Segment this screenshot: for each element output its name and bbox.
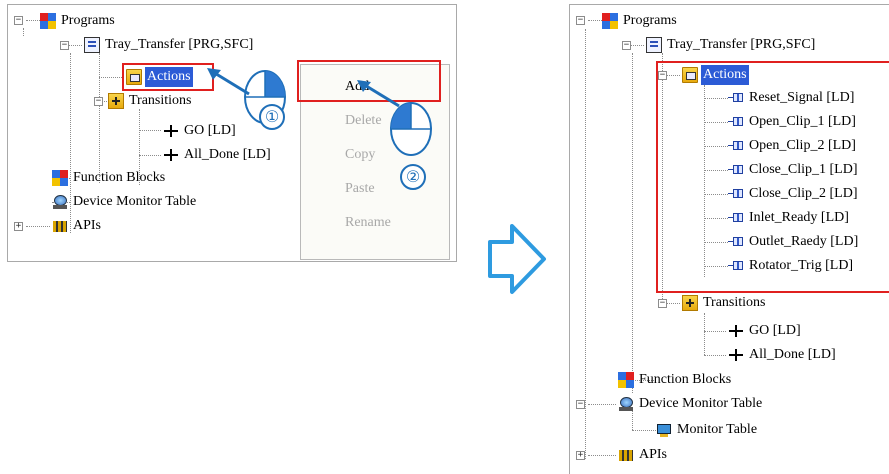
monitor-table-icon xyxy=(656,422,672,438)
right-arrow-icon xyxy=(488,224,546,294)
tree-line xyxy=(632,430,656,431)
device-monitor-icon xyxy=(52,194,68,210)
collapse-pou-toggle[interactable]: − xyxy=(60,41,69,50)
tree-label: APIs xyxy=(639,447,668,462)
step-2-badge: ② xyxy=(400,164,426,190)
tree-line xyxy=(588,455,616,456)
tree-line xyxy=(704,313,705,355)
tree-line xyxy=(588,404,616,405)
pou-icon xyxy=(646,37,662,53)
tree-label: Transitions xyxy=(129,93,192,108)
tree-label: All_Done [LD] xyxy=(749,347,836,362)
tree-node-device-monitor-table[interactable]: Device Monitor Table xyxy=(618,394,764,414)
collapse-programs-toggle[interactable]: − xyxy=(14,16,23,25)
tree-label: Function Blocks xyxy=(639,372,732,387)
collapse-pou-toggle[interactable]: − xyxy=(622,41,631,50)
tree-line xyxy=(630,45,644,46)
tree-line xyxy=(139,155,161,156)
pou-icon xyxy=(84,37,100,53)
right-project-tree: − Programs − Tray_Transfer [PRG,SFC] − A… xyxy=(569,4,889,474)
tree-label: Tray_Transfer [PRG,SFC] xyxy=(105,37,254,52)
transitions-folder-icon xyxy=(108,93,124,109)
pointer-arrow-icon xyxy=(357,80,400,108)
tree-node-device-monitor-table[interactable]: Device Monitor Table xyxy=(52,192,198,212)
transition-icon xyxy=(163,123,179,139)
transition-icon xyxy=(728,347,744,363)
tree-label: GO [LD] xyxy=(184,123,236,138)
function-blocks-icon xyxy=(52,170,68,186)
tree-line xyxy=(99,77,124,78)
tree-label: Programs xyxy=(623,13,677,28)
tree-label: Function Blocks xyxy=(73,170,166,185)
tree-line xyxy=(585,29,586,459)
apis-icon xyxy=(618,447,634,463)
collapse-programs-toggle[interactable]: − xyxy=(576,16,585,25)
programs-icon xyxy=(602,13,618,29)
tree-node-apis[interactable]: APIs xyxy=(618,445,669,465)
expand-apis-toggle[interactable]: + xyxy=(14,222,23,231)
tree-line xyxy=(68,45,82,46)
tree-node-transitions[interactable]: Transitions xyxy=(682,293,768,313)
collapse-transitions-toggle[interactable]: − xyxy=(94,97,103,106)
step-1-badge: ① xyxy=(259,104,285,130)
tree-node-all-done[interactable]: All_Done [LD] xyxy=(728,345,838,365)
device-monitor-icon xyxy=(618,396,634,412)
transition-icon xyxy=(163,147,179,163)
highlight-frame xyxy=(656,61,889,293)
tree-label: Device Monitor Table xyxy=(639,396,763,411)
tree-line xyxy=(666,303,680,304)
tree-node-tray-transfer[interactable]: Tray_Transfer [PRG,SFC] xyxy=(646,35,817,55)
expand-apis-toggle[interactable]: + xyxy=(576,451,585,460)
tree-node-programs[interactable]: Programs xyxy=(602,11,679,31)
tree-line xyxy=(632,53,633,393)
transitions-folder-icon xyxy=(682,295,698,311)
tree-line xyxy=(26,226,50,227)
menu-item-rename[interactable]: Rename xyxy=(301,211,449,235)
tree-node-go[interactable]: GO [LD] xyxy=(163,121,238,141)
tree-node-apis[interactable]: APIs xyxy=(52,216,103,236)
tree-node-all-done[interactable]: All_Done [LD] xyxy=(163,145,273,165)
tree-line xyxy=(139,130,161,131)
tree-line xyxy=(704,331,726,332)
tree-node-programs[interactable]: Programs xyxy=(40,11,117,31)
pointer-arrow-icon xyxy=(207,68,250,96)
tree-label: Monitor Table xyxy=(677,422,758,437)
tree-label: Transitions xyxy=(703,295,766,310)
tree-node-monitor-table[interactable]: Monitor Table xyxy=(656,420,759,440)
tree-line xyxy=(26,20,40,21)
tree-line xyxy=(99,53,100,183)
tree-label: Programs xyxy=(61,13,115,28)
tree-node-function-blocks[interactable]: Function Blocks xyxy=(52,168,167,188)
menu-item-paste[interactable]: Paste xyxy=(301,177,449,201)
collapse-device-monitor-toggle[interactable]: − xyxy=(576,400,585,409)
tree-label: Device Monitor Table xyxy=(73,194,197,209)
tree-label: APIs xyxy=(73,218,102,233)
tree-node-go[interactable]: GO [LD] xyxy=(728,321,803,341)
function-blocks-icon xyxy=(618,372,634,388)
tree-label: Tray_Transfer [PRG,SFC] xyxy=(667,37,816,52)
tree-line xyxy=(704,355,726,356)
tree-line xyxy=(23,28,24,36)
mouse-left-click-icon xyxy=(388,100,434,158)
tree-label: All_Done [LD] xyxy=(184,147,271,162)
apis-icon xyxy=(52,218,68,234)
transition-icon xyxy=(728,323,744,339)
collapse-transitions-toggle[interactable]: − xyxy=(658,299,667,308)
programs-icon xyxy=(40,13,56,29)
tree-node-function-blocks[interactable]: Function Blocks xyxy=(618,370,733,390)
tree-node-transitions[interactable]: Transitions xyxy=(108,91,194,111)
tree-label: GO [LD] xyxy=(749,323,801,338)
highlight-frame xyxy=(122,63,214,91)
tree-node-tray-transfer[interactable]: Tray_Transfer [PRG,SFC] xyxy=(84,35,255,55)
tree-line xyxy=(588,20,602,21)
